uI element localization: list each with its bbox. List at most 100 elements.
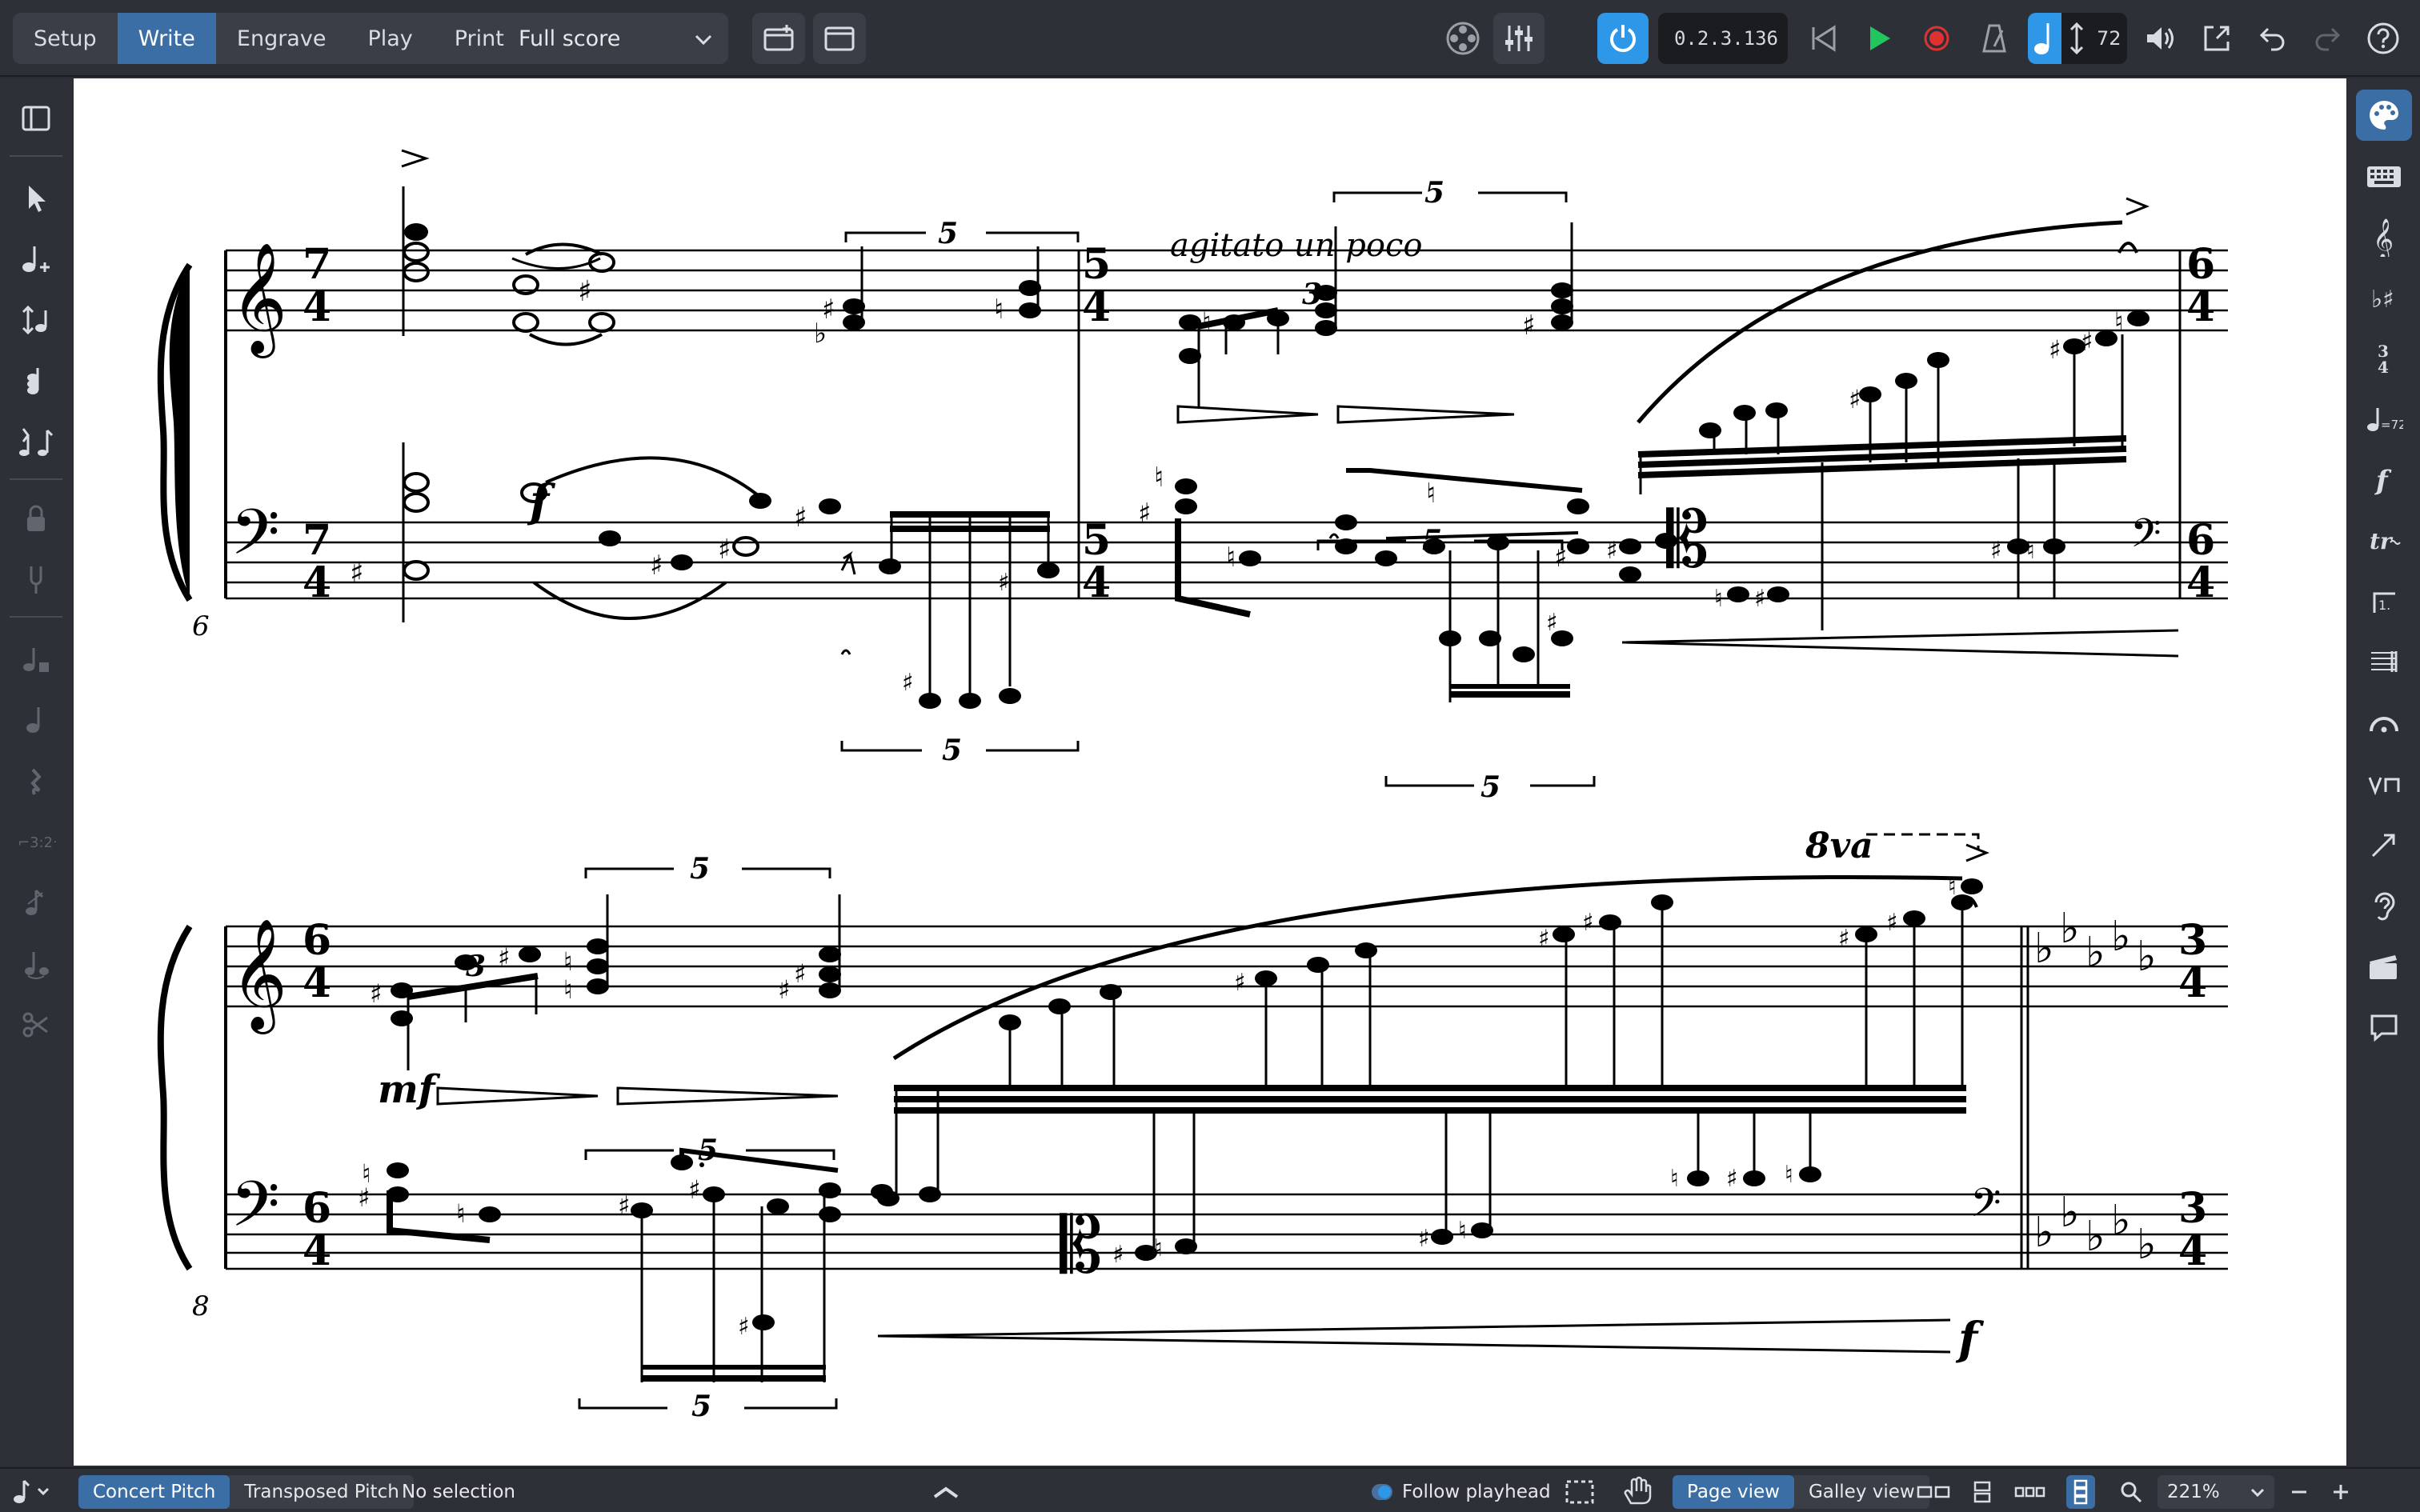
mode-write[interactable]: Write xyxy=(117,13,216,64)
treble-clef: 𝄞 xyxy=(230,242,287,358)
activate-project-button[interactable] xyxy=(1597,13,1649,64)
zoom-in-button[interactable] xyxy=(2329,1475,2353,1509)
svg-text:♯: ♯ xyxy=(688,1174,700,1205)
mode-play[interactable]: Play xyxy=(347,13,433,64)
tuplet-button[interactable]: ⌐3:2¬ xyxy=(0,816,72,867)
layout-selector[interactable]: Full score xyxy=(506,13,728,64)
dynamics-button[interactable]: f xyxy=(2356,454,2412,506)
svg-text:♯: ♯ xyxy=(1522,310,1535,342)
tempo-display[interactable]: 72 xyxy=(2028,13,2127,64)
grace-note-button[interactable] xyxy=(0,416,72,467)
pages-vertical-button[interactable] xyxy=(1970,1475,1994,1509)
mixer-icon xyxy=(1505,26,1533,51)
note-duration-button[interactable] xyxy=(0,694,72,746)
hide-left-panel-button[interactable] xyxy=(0,93,72,144)
concert-pitch-button[interactable]: Concert Pitch xyxy=(78,1475,230,1509)
time-sig-3: 3 xyxy=(2178,916,2207,965)
note-input-options-button[interactable] xyxy=(10,1475,54,1509)
scissors-button[interactable] xyxy=(0,998,72,1050)
clefs-button[interactable]: 𝄞 xyxy=(2356,211,2412,262)
accent-mark xyxy=(1965,843,1990,862)
playing-techniques-button[interactable] xyxy=(2356,758,2412,810)
insert-mode-button[interactable] xyxy=(0,294,72,346)
zoom-out-button[interactable] xyxy=(2287,1475,2311,1509)
video-button[interactable] xyxy=(1440,13,1485,64)
spreads-button[interactable] xyxy=(1916,1475,1951,1509)
zoom-select[interactable]: 221% xyxy=(2158,1475,2274,1509)
comments-button[interactable] xyxy=(2356,1002,2412,1053)
accent-mark xyxy=(401,149,430,168)
time-sig-6: 6 xyxy=(302,1184,331,1233)
export-button[interactable] xyxy=(2196,13,2238,64)
help-button[interactable] xyxy=(2362,13,2404,64)
note-input-button[interactable] xyxy=(0,234,72,285)
zoom-icon-button[interactable] xyxy=(2119,1475,2143,1509)
export-icon xyxy=(2204,26,2230,51)
tuplet-number: 5 xyxy=(942,734,962,767)
mode-setup[interactable]: Setup xyxy=(13,13,118,64)
panel-toggle-button[interactable] xyxy=(2356,90,2412,141)
follow-playhead-label: Follow playhead xyxy=(1402,1482,1551,1502)
markers-button[interactable] xyxy=(2356,941,2412,992)
svg-text:♮: ♮ xyxy=(2114,306,2123,337)
time-sig-4: 4 xyxy=(2186,558,2215,607)
rewind-button[interactable] xyxy=(1802,13,1844,64)
record-button[interactable] xyxy=(1916,13,1957,64)
slash-grace-button[interactable] xyxy=(0,877,72,928)
hand-icon xyxy=(1624,1476,1652,1505)
new-tab-button[interactable] xyxy=(752,13,805,64)
chord-input-button[interactable] xyxy=(0,355,72,406)
galley-view-button[interactable]: Galley view xyxy=(1794,1475,1929,1509)
repeat-endings-button[interactable]: 1. xyxy=(2356,576,2412,627)
bowing-icon xyxy=(2368,777,2400,796)
key-signatures-button[interactable]: ♭♯ xyxy=(2356,272,2412,323)
page-view-button[interactable]: Page view xyxy=(1673,1475,1794,1509)
mode-engrave[interactable]: Engrave xyxy=(216,13,347,64)
play-button[interactable] xyxy=(1858,13,1900,64)
holds-pauses-button[interactable] xyxy=(2356,698,2412,749)
svg-text:♭: ♭ xyxy=(2137,933,2157,981)
pitch-before-duration-button[interactable] xyxy=(0,554,72,605)
measure-6-treble-tuplet-notes: ♯ ♭ ♮ xyxy=(814,246,1041,350)
marquee-tool-button[interactable] xyxy=(1564,1475,1596,1509)
svg-text:♭: ♭ xyxy=(2137,1221,2157,1269)
bars-barlines-button[interactable] xyxy=(2356,637,2412,688)
ornaments-button[interactable]: tr xyxy=(2356,515,2412,566)
rest-button[interactable] xyxy=(0,755,72,806)
svg-text:tr: tr xyxy=(2370,528,2394,554)
text-button[interactable] xyxy=(2356,880,2412,931)
barlines-icon xyxy=(2371,651,2398,672)
pages-column-button[interactable] xyxy=(2066,1475,2095,1509)
window-button[interactable] xyxy=(813,13,866,64)
tuplet-number: 5 xyxy=(690,852,710,886)
transposed-pitch-button[interactable]: Transposed Pitch xyxy=(230,1475,414,1509)
mixer-button[interactable] xyxy=(1493,13,1545,64)
decrescendo-hairpin xyxy=(1621,629,2179,658)
volume-button[interactable] xyxy=(2138,13,2180,64)
lock-duration-button[interactable] xyxy=(0,493,72,544)
undo-button[interactable] xyxy=(2252,13,2294,64)
time-signatures-button[interactable]: 34 xyxy=(2356,333,2412,384)
lines-button[interactable] xyxy=(2356,819,2412,870)
show-lower-panel-button[interactable] xyxy=(932,1475,960,1509)
voice-add-icon xyxy=(23,648,49,672)
follow-playhead-toggle[interactable]: Follow playhead xyxy=(1372,1475,1551,1509)
svg-text:♯: ♯ xyxy=(1849,384,1861,414)
tempo-button[interactable]: =72 xyxy=(2356,394,2412,445)
pitch-toggle: Concert Pitch Transposed Pitch xyxy=(78,1475,414,1509)
keyboard-panel-button[interactable] xyxy=(2356,150,2412,202)
tuplet-bracket: 5 xyxy=(844,217,1080,250)
tie-button[interactable] xyxy=(0,938,72,989)
view-type-toggle: Page view Galley view xyxy=(1673,1475,1929,1509)
redo-button[interactable] xyxy=(2306,13,2348,64)
repeat-ending-icon: 1. xyxy=(2373,592,2395,613)
hand-tool-button[interactable] xyxy=(1621,1475,1653,1509)
comment-icon xyxy=(2370,1014,2398,1042)
tempo-mode-button[interactable] xyxy=(2028,13,2061,64)
pages-horizontal-button[interactable] xyxy=(2013,1475,2045,1509)
click-button[interactable] xyxy=(1973,13,2015,64)
add-voice-button[interactable] xyxy=(0,634,72,685)
select-tool-button[interactable] xyxy=(0,173,72,224)
score-page[interactable]: 𝄞 𝄢 𝄡 𝄢 7 4 7 4 5 4 5 4 6 4 6 4 6 ♯ 5 ♯ … xyxy=(74,78,2346,1466)
tempo-adjust-icon xyxy=(2069,22,2084,55)
